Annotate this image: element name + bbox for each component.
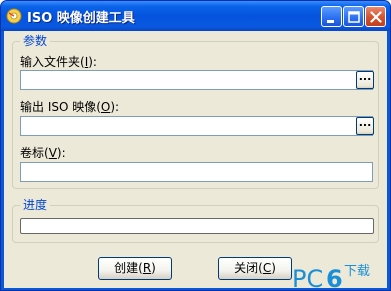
watermark-download: 下载 bbox=[344, 264, 370, 279]
params-group-title: 参数 bbox=[20, 34, 51, 48]
dialog-client-area: 参数 输入文件夹(I): ... 输出 ISO 映像(O): ... 卷标(V)… bbox=[4, 31, 387, 288]
input-folder-label: 输入文件夹(I): bbox=[20, 55, 97, 69]
watermark-6: 6 bbox=[326, 265, 343, 291]
maximize-button[interactable] bbox=[343, 6, 364, 27]
create-button[interactable]: 创建(R) bbox=[98, 257, 172, 280]
output-iso-field[interactable] bbox=[20, 116, 373, 136]
minimize-icon bbox=[327, 20, 334, 23]
progress-bar bbox=[20, 218, 374, 234]
app-window: ISO 映像创建工具 参数 输入文件夹(I): ... 输出 ISO 映像(O)… bbox=[0, 0, 391, 291]
close-icon bbox=[370, 11, 382, 23]
close-window-button[interactable] bbox=[365, 6, 386, 27]
pc6-watermark-logo: PC 6 下载 bbox=[292, 264, 370, 291]
input-folder-field[interactable] bbox=[20, 70, 373, 90]
title-bar[interactable]: ISO 映像创建工具 bbox=[1, 1, 390, 31]
window-title: ISO 映像创建工具 bbox=[27, 11, 135, 26]
close-button[interactable]: 关闭(C) bbox=[218, 257, 292, 280]
minimize-button[interactable] bbox=[321, 6, 342, 27]
app-icon bbox=[6, 8, 22, 24]
watermark-pc: PC bbox=[292, 265, 323, 291]
progress-group-title: 进度 bbox=[20, 198, 51, 212]
output-iso-label: 输出 ISO 映像(O): bbox=[20, 100, 120, 114]
volume-label-field[interactable] bbox=[20, 162, 373, 182]
maximize-icon bbox=[348, 11, 360, 23]
input-folder-browse-button[interactable]: ... bbox=[356, 71, 374, 89]
volume-label-label: 卷标(V): bbox=[20, 146, 66, 160]
output-iso-browse-button[interactable]: ... bbox=[356, 117, 374, 135]
